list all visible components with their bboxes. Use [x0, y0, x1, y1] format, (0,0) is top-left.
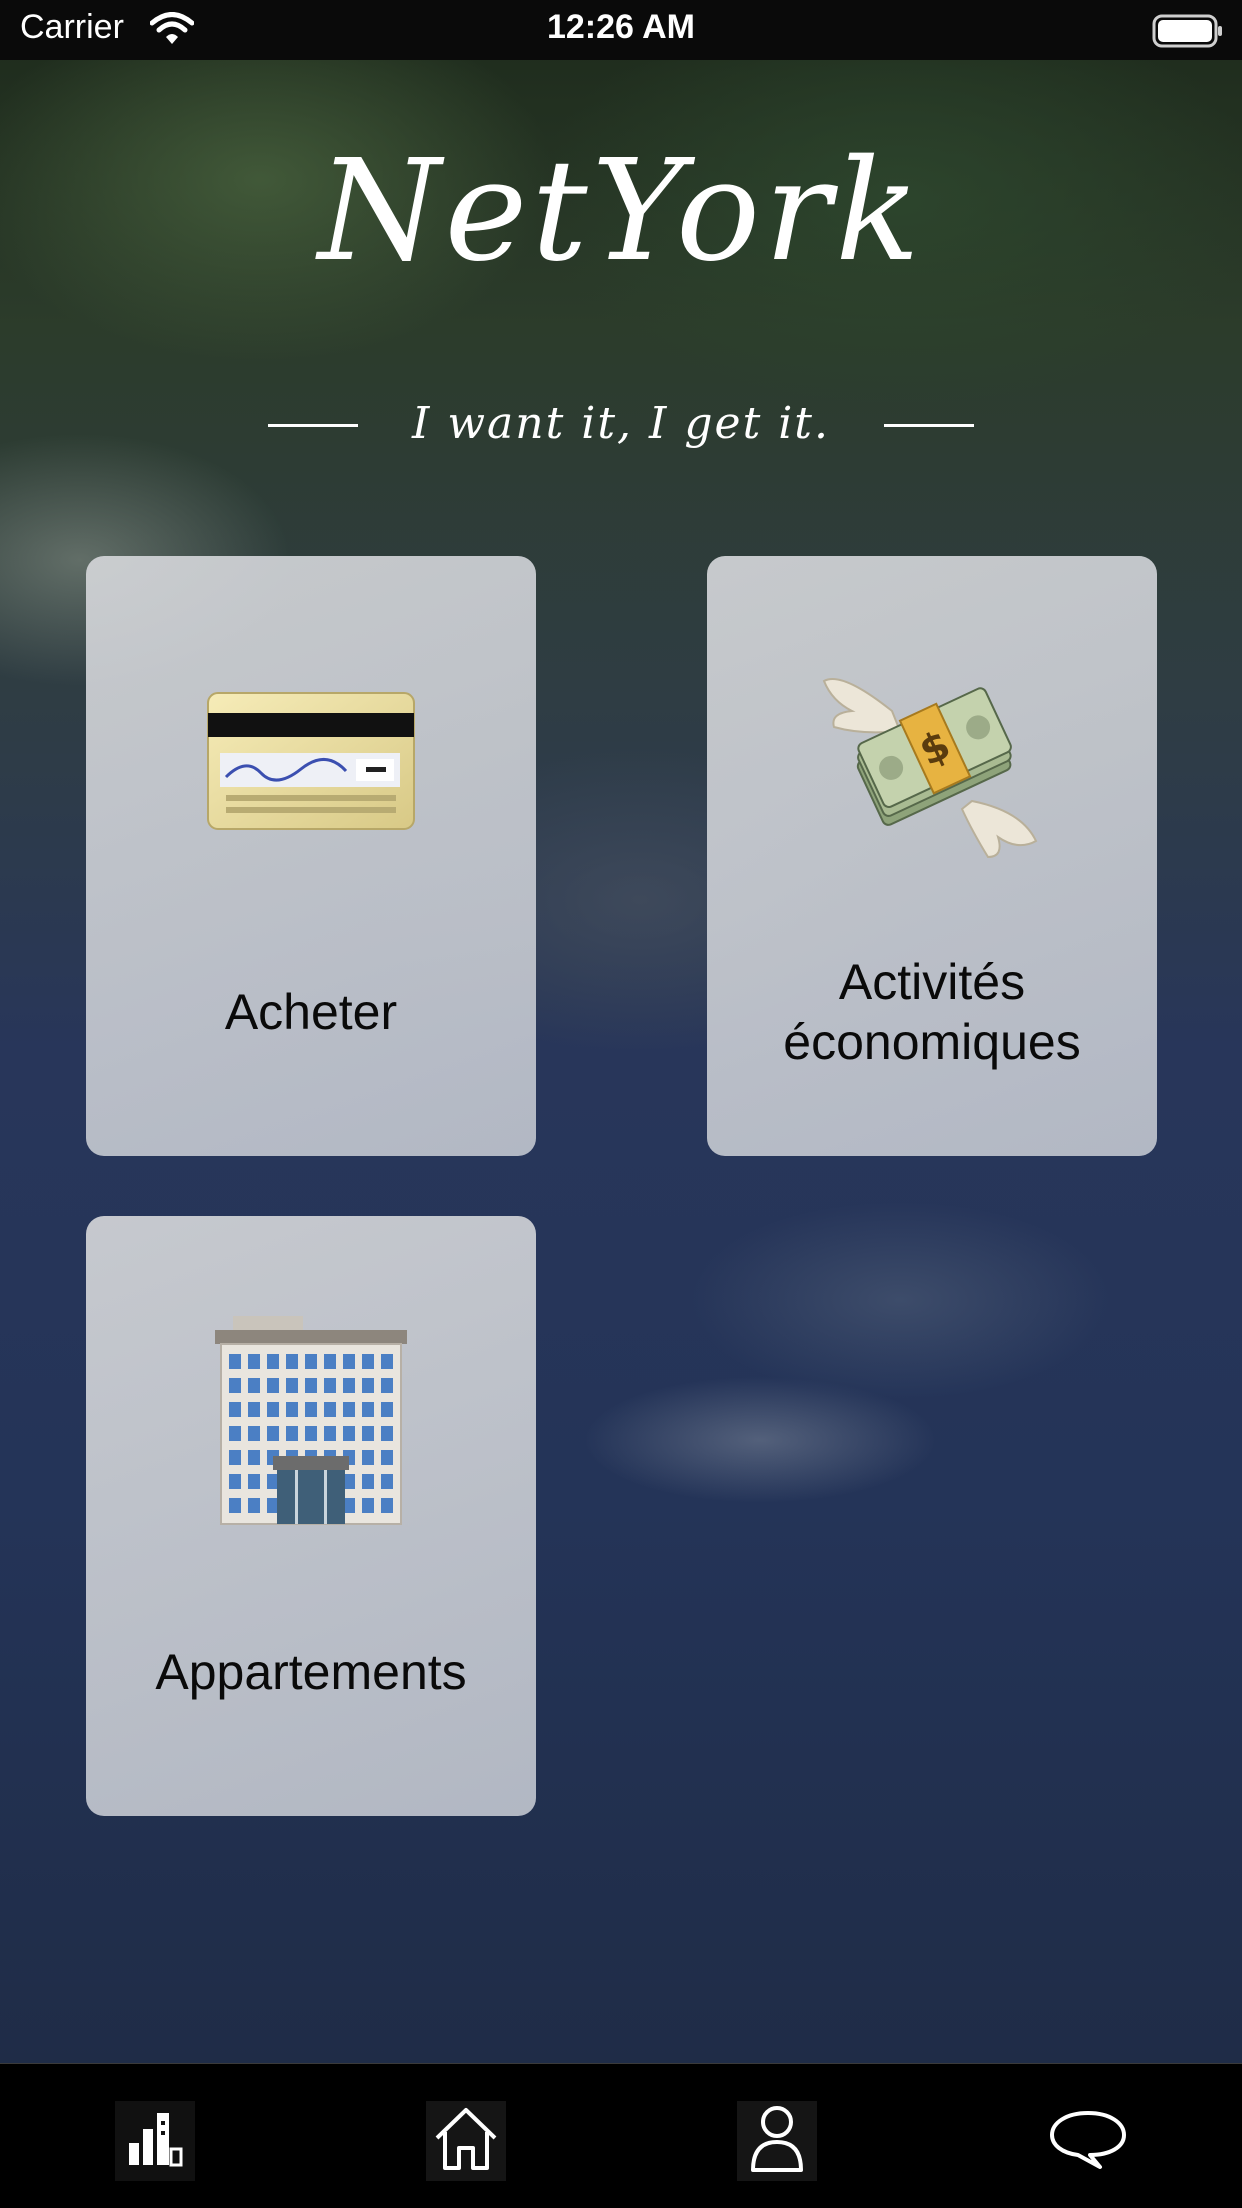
buildings-chart-icon [125, 2109, 185, 2173]
app-screen: Carrier 12:26 AM NetYork I want it, I ge… [0, 0, 1242, 2208]
tagline-divider-right [884, 424, 974, 427]
card-label-acheter: Acheter [224, 984, 398, 1040]
card-appartements[interactable]: Appartements [86, 1216, 536, 1816]
card-label-line-1: Activités [838, 954, 1026, 1010]
tab-profile[interactable] [737, 2101, 817, 2181]
office-building-icon [86, 1316, 536, 1526]
card-label-line-2: économiques [783, 1014, 1081, 1070]
money-with-wings-icon: $ [707, 656, 1157, 866]
card-activites-economiques[interactable]: $ Activités économiques [707, 556, 1157, 1156]
person-icon [747, 2104, 807, 2178]
status-time: 12:26 AM [546, 8, 696, 46]
tab-home[interactable] [426, 2101, 506, 2181]
status-bar: Carrier 12:26 AM [0, 0, 1242, 60]
tagline: I want it, I get it. [412, 398, 830, 449]
chat-bubble-icon [1048, 2109, 1128, 2173]
tab-bar [0, 2063, 1242, 2208]
app-title: NetYork [318, 130, 924, 293]
home-icon [431, 2104, 501, 2178]
card-acheter[interactable]: Acheter [86, 556, 536, 1156]
card-label-appartements: Appartements [155, 1644, 467, 1700]
tab-chat[interactable] [1048, 2101, 1128, 2181]
credit-card-icon [86, 656, 536, 866]
card-label-activites-economiques: Activités économiques [707, 952, 1157, 1072]
tagline-row: I want it, I get it. [0, 398, 1242, 458]
tab-buildings[interactable] [115, 2101, 195, 2181]
battery-icon [1152, 14, 1224, 52]
